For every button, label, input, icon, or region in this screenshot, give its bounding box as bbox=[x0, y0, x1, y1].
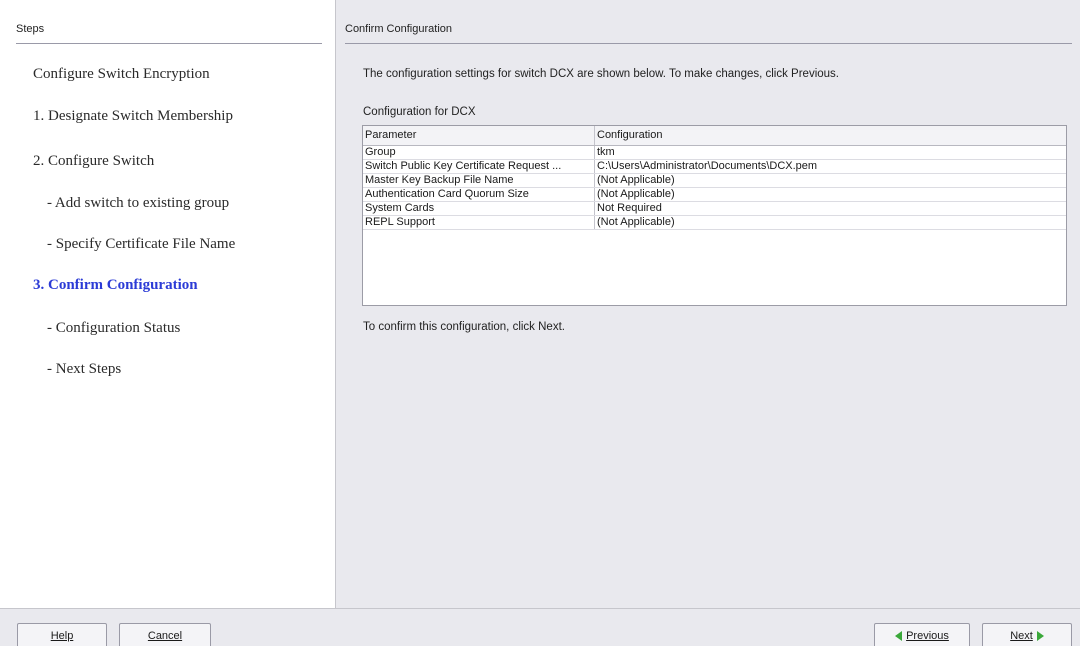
configuration-cell: C:\Users\Administrator\Documents\DCX.pem bbox=[597, 160, 818, 172]
wizard-footer: Help Cancel Previous Next bbox=[0, 608, 1080, 646]
table-row[interactable]: Switch Public Key Certificate Request ..… bbox=[363, 160, 1066, 174]
step-configure-switch: 2. Configure Switch bbox=[33, 153, 155, 169]
next-button[interactable]: Next bbox=[982, 623, 1072, 646]
confirm-instruction: To confirm this configuration, click Nex… bbox=[363, 321, 565, 333]
steps-header-divider bbox=[16, 43, 322, 44]
table-row[interactable]: System Cards Not Required bbox=[363, 202, 1066, 216]
parameter-cell: Switch Public Key Certificate Request ..… bbox=[363, 160, 595, 173]
column-header-parameter[interactable]: Parameter bbox=[363, 126, 595, 145]
table-row[interactable]: Group tkm bbox=[363, 146, 1066, 160]
column-header-configuration[interactable]: Configuration bbox=[595, 126, 1066, 145]
cancel-button-label: Cancel bbox=[147, 630, 183, 642]
parameter-cell: Group bbox=[363, 146, 595, 159]
configuration-cell: tkm bbox=[597, 146, 615, 158]
step-next-steps: - Next Steps bbox=[47, 361, 122, 377]
configuration-cell: (Not Applicable) bbox=[597, 216, 675, 228]
configuration-cell: Not Required bbox=[597, 202, 662, 214]
table-row[interactable]: Authentication Card Quorum Size (Not App… bbox=[363, 188, 1066, 202]
next-button-label: Next bbox=[1010, 630, 1033, 642]
step-specify-certificate-file: - Specify Certificate File Name bbox=[47, 236, 236, 252]
help-button-label: Help bbox=[50, 630, 74, 642]
cancel-button[interactable]: Cancel bbox=[119, 623, 211, 646]
step-designate-switch-membership: 1. Designate Switch Membership bbox=[33, 108, 233, 124]
parameter-cell: REPL Support bbox=[363, 216, 595, 229]
parameter-cell: Master Key Backup File Name bbox=[363, 174, 595, 187]
configuration-title: Configuration for DCX bbox=[363, 106, 476, 118]
panel-title: Confirm Configuration bbox=[345, 23, 452, 35]
configuration-table[interactable]: Parameter Configuration Group tkm Switch… bbox=[362, 125, 1067, 306]
confirm-configuration-panel: Confirm Configuration The configuration … bbox=[337, 0, 1080, 608]
previous-button[interactable]: Previous bbox=[874, 623, 970, 646]
step-configure-switch-encryption: Configure Switch Encryption bbox=[33, 66, 210, 82]
table-header: Parameter Configuration bbox=[363, 126, 1066, 146]
intro-text: The configuration settings for switch DC… bbox=[363, 68, 839, 80]
parameter-cell: Authentication Card Quorum Size bbox=[363, 188, 595, 201]
configuration-cell: (Not Applicable) bbox=[597, 174, 675, 186]
panel-header-divider bbox=[345, 43, 1072, 44]
steps-header: Steps bbox=[16, 23, 45, 35]
step-confirm-configuration: 3. Confirm Configuration bbox=[33, 277, 198, 293]
previous-arrow-icon bbox=[895, 631, 903, 641]
step-configuration-status: - Configuration Status bbox=[47, 320, 181, 336]
table-row[interactable]: Master Key Backup File Name (Not Applica… bbox=[363, 174, 1066, 188]
next-arrow-icon bbox=[1036, 631, 1044, 641]
table-row[interactable]: REPL Support (Not Applicable) bbox=[363, 216, 1066, 230]
previous-button-label: Previous bbox=[906, 630, 949, 642]
parameter-cell: System Cards bbox=[363, 202, 595, 215]
help-button[interactable]: Help bbox=[17, 623, 107, 646]
configuration-cell: (Not Applicable) bbox=[597, 188, 675, 200]
steps-panel: Steps Configure Switch Encryption 1. Des… bbox=[0, 0, 336, 608]
step-add-switch-to-group: - Add switch to existing group bbox=[47, 195, 230, 211]
